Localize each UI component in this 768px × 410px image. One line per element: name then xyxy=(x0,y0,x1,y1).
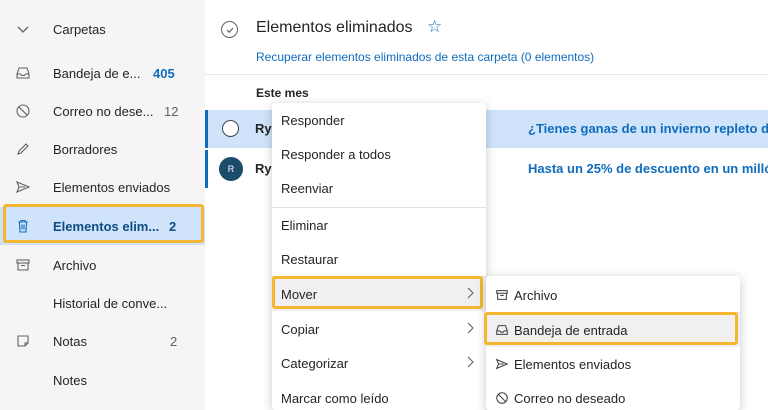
sidebar-item-archive[interactable]: Archivo xyxy=(0,246,205,284)
sidebar-item-notes[interactable]: Notas 2 xyxy=(0,322,205,360)
chevron-right-icon xyxy=(466,322,474,337)
unread-count: 2 xyxy=(170,333,178,349)
focus-highlight xyxy=(484,312,738,345)
message-subject: ¿Tienes ganas de un invierno repleto de xyxy=(528,121,768,136)
sidebar-item-inbox[interactable]: Bandeja de e... 405 xyxy=(0,54,205,92)
focus-highlight xyxy=(3,204,204,243)
menu-item-reply[interactable]: Responder xyxy=(272,103,486,137)
sidebar-item-label: Notes xyxy=(53,372,87,388)
avatar: R xyxy=(219,157,243,181)
unread-count: 405 xyxy=(153,65,175,81)
pencil-icon xyxy=(14,140,32,158)
submenu-item-junk[interactable]: Correo no deseado xyxy=(486,381,740,410)
sidebar-item-label: Correo no dese... xyxy=(53,103,154,119)
context-menu: Responder Responder a todos Reenviar Eli… xyxy=(272,103,486,410)
submenu-item-label: Archivo xyxy=(514,287,558,303)
select-all-checkbox[interactable] xyxy=(221,21,238,38)
sidebar-item-conversation-history[interactable]: Historial de conve... xyxy=(0,284,205,322)
submenu-item-sent[interactable]: Elementos enviados xyxy=(486,347,740,381)
archive-icon xyxy=(494,287,510,303)
star-icon[interactable]: ☆ xyxy=(427,17,442,37)
folder-title: Elementos eliminados xyxy=(256,19,413,36)
focus-highlight xyxy=(272,276,483,309)
menu-item-label: Categorizar xyxy=(281,355,349,371)
unread-count: 12 xyxy=(164,103,179,119)
sidebar-item-junk[interactable]: Correo no dese... 12 xyxy=(0,92,205,130)
sidebar-item-notes-en[interactable]: Notes xyxy=(0,361,205,399)
menu-item-mark-read[interactable]: Marcar como leído xyxy=(272,381,486,410)
menu-item-delete[interactable]: Eliminar xyxy=(272,208,486,242)
inbox-icon xyxy=(14,64,32,82)
menu-item-label: Copiar xyxy=(281,321,320,337)
menu-item-copy[interactable]: Copiar xyxy=(272,312,486,346)
submenu-item-label: Correo no deseado xyxy=(514,390,626,406)
sidebar-item-label: Notas xyxy=(53,333,87,349)
folders-header[interactable]: Carpetas xyxy=(0,10,205,48)
menu-item-categorize[interactable]: Categorizar xyxy=(272,346,486,380)
recover-deleted-link[interactable]: Recuperar elementos eliminados de esta c… xyxy=(256,50,594,64)
send-icon xyxy=(494,356,510,372)
sidebar-item-drafts[interactable]: Borradores xyxy=(0,130,205,168)
menu-item-forward[interactable]: Reenviar xyxy=(272,171,486,205)
chevron-down-icon[interactable] xyxy=(14,20,32,38)
sidebar-item-label: Borradores xyxy=(53,141,118,157)
group-header: Este mes xyxy=(256,86,309,100)
sidebar-item-sent[interactable]: Elementos enviados xyxy=(0,168,205,206)
chevron-right-icon xyxy=(466,356,474,371)
note-icon xyxy=(14,332,32,350)
blocked-icon xyxy=(14,102,32,120)
sidebar-item-label: Historial de conve... xyxy=(53,295,168,311)
sidebar-item-label: Elementos enviados xyxy=(53,179,171,195)
menu-item-restore[interactable]: Restaurar xyxy=(272,242,486,276)
message-subject: Hasta un 25% de descuento en un milló xyxy=(528,161,768,176)
submenu-item-archive[interactable]: Archivo xyxy=(486,278,740,312)
archive-icon xyxy=(14,256,32,274)
blocked-icon xyxy=(494,390,510,406)
send-icon xyxy=(14,178,32,196)
menu-item-reply-all[interactable]: Responder a todos xyxy=(272,137,486,171)
sidebar-item-label: Archivo xyxy=(53,257,97,273)
message-select-radio[interactable] xyxy=(222,120,239,137)
folders-header-label: Carpetas xyxy=(53,21,106,37)
submenu-item-label: Elementos enviados xyxy=(514,356,632,372)
divider xyxy=(205,74,768,75)
sidebar-item-label: Bandeja de e... xyxy=(53,65,141,81)
